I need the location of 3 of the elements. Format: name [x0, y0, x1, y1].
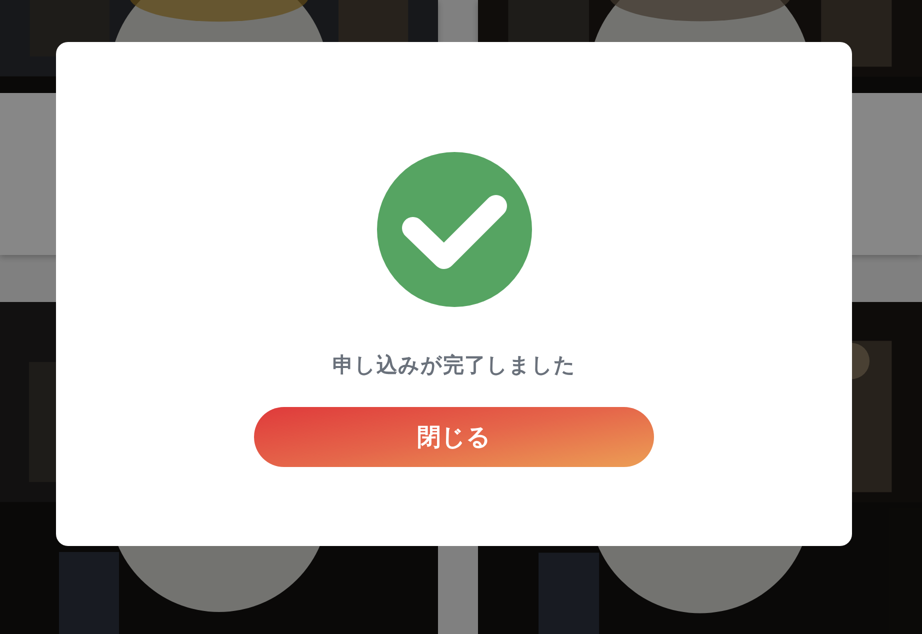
- checkmark-icon: [376, 152, 532, 307]
- success-message: 申し込みが完了しました: [332, 352, 576, 379]
- close-button[interactable]: 閉じる: [254, 407, 654, 467]
